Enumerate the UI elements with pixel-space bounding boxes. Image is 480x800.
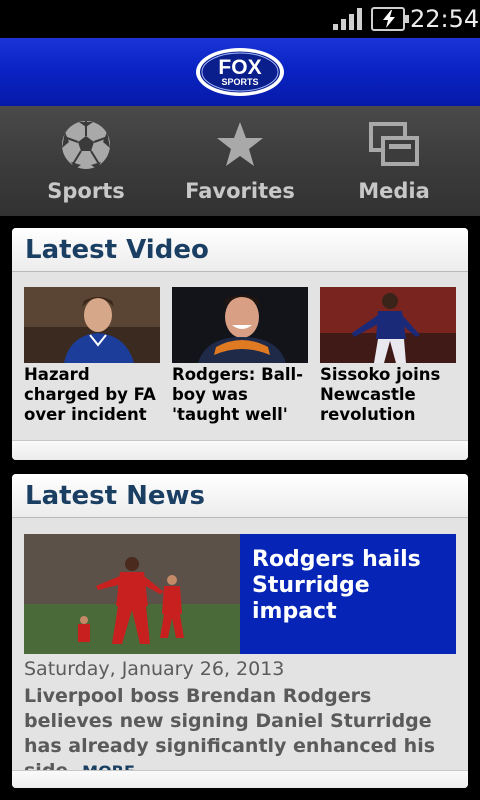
latest-news-card: Latest News Rodgers hails Sturridge impa…: [12, 474, 468, 788]
latest-video-body: Hazard charged by FA over incident Rodge…: [12, 272, 468, 440]
video-caption: Hazard charged by FA over incident: [24, 365, 156, 424]
status-clock: 22:54: [410, 5, 480, 33]
nav-label-favorites: Favorites: [185, 179, 295, 203]
latest-news-body[interactable]: Rodgers hails Sturridge impact Saturday,…: [12, 518, 468, 782]
latest-news-header: Latest News: [12, 474, 468, 518]
star-icon: [217, 122, 263, 166]
logo-line2: SPORTS: [221, 77, 258, 87]
video-thumbnail-image: [24, 287, 160, 363]
latest-video-title: Latest Video: [25, 235, 209, 265]
status-bar: 22:54: [0, 0, 480, 38]
nav-label-sports: Sports: [47, 179, 125, 203]
latest-news-footer: [12, 770, 468, 788]
video-caption: Rodgers: Ball-boy was 'taught well': [172, 365, 304, 424]
soccer-ball-icon: [62, 121, 110, 169]
latest-video-card: Latest Video Hazard charged by FA over i…: [12, 228, 468, 460]
video-thumbnail-image: [172, 287, 308, 363]
latest-video-footer: [12, 440, 468, 460]
main-nav: Sports Favorites Media: [0, 106, 480, 216]
nav-item-sports[interactable]: Sports: [6, 106, 166, 216]
latest-news-title: Latest News: [25, 481, 206, 511]
latest-video-header: Latest Video: [12, 228, 468, 272]
news-image: [24, 534, 240, 654]
news-date: Saturday, January 26, 2013: [24, 658, 285, 680]
logo-line1: FOX: [218, 56, 261, 79]
video-caption: Sissoko joins Newcastle revolution: [320, 365, 441, 424]
fox-sports-logo[interactable]: FOX SPORTS: [195, 47, 285, 97]
nav-item-favorites[interactable]: Favorites: [160, 106, 320, 216]
news-headline-box[interactable]: Rodgers hails Sturridge impact: [240, 534, 456, 654]
video-thumbnail-image: [320, 287, 456, 363]
signal-icon: [333, 8, 363, 30]
media-windows-icon: [369, 122, 419, 166]
nav-item-media[interactable]: Media: [314, 106, 474, 216]
news-summary: Liverpool boss Brendan Rodgers believes …: [24, 684, 454, 784]
battery-charging-icon: [371, 7, 409, 31]
nav-label-media: Media: [358, 179, 430, 203]
app-header: FOX SPORTS: [0, 38, 480, 106]
news-headline: Rodgers hails Sturridge impact: [252, 547, 421, 624]
